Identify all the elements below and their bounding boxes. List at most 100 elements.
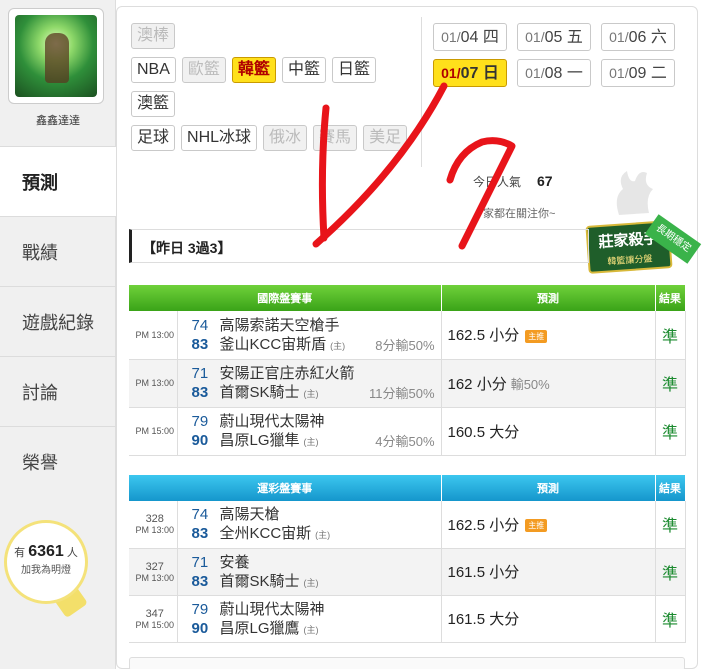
- prediction-cell: 162.5 小分 主推: [441, 311, 656, 360]
- home-marker: (主): [303, 437, 319, 447]
- sidebar-item-honor[interactable]: 榮譽: [0, 426, 116, 496]
- date-row: 01/04 四 01/05 五 01/06 六: [433, 19, 679, 55]
- home-team[interactable]: 昌原LG獵鷹: [220, 620, 300, 637]
- league-button-china-basketball[interactable]: 中籃: [281, 57, 326, 83]
- date-button-0105[interactable]: 01/05 五: [517, 23, 591, 51]
- user-name[interactable]: 鑫鑫達達: [0, 112, 116, 128]
- featured-tag: 主推: [525, 329, 548, 343]
- away-team[interactable]: 高陽天槍: [220, 506, 280, 523]
- column-header-match: 國際盤賽事: [129, 285, 442, 311]
- league-row: NBA 歐籃 韓籃 中籃 日籃: [131, 53, 421, 87]
- league-button-euro-basketball[interactable]: 歐籃: [181, 57, 226, 83]
- column-header-result: 結果: [655, 475, 686, 501]
- date-button-0109[interactable]: 01/09 二: [601, 59, 675, 87]
- league-button-soccer[interactable]: 足球: [131, 125, 176, 151]
- league-button-nba[interactable]: NBA: [131, 57, 176, 83]
- prediction-value: 162.5 小分: [447, 516, 520, 534]
- home-marker: (主): [303, 624, 319, 635]
- prediction-cell: 162.5 小分 主推: [441, 501, 656, 549]
- away-team[interactable]: 蔚山現代太陽神: [220, 601, 325, 618]
- match-code-time: 328 PM 13:00: [129, 501, 178, 549]
- match-code: 328: [145, 513, 164, 526]
- table-row[interactable]: 328 PM 13:00 74 高陽天槍 83 全州KCC宙斯 (主) 162.5 小分…: [129, 501, 686, 549]
- match-cell: 71 安養 83 首爾SK騎士 (主): [177, 548, 442, 596]
- light-bulb-widget[interactable]: 有 6361 人 加我為明燈: [4, 520, 88, 604]
- league-button-nhl[interactable]: NHL冰球: [181, 125, 258, 151]
- match-cell: 71 安陽正官庄赤紅火箭 83 首爾SK騎士 (主) 11分輸50%: [177, 359, 442, 408]
- splash-decoration-icon: [616, 171, 653, 215]
- away-team[interactable]: 安養: [220, 554, 250, 571]
- prediction-value: 162 小分: [447, 375, 507, 393]
- prediction-cell: 161.5 小分: [441, 548, 656, 596]
- away-team[interactable]: 高陽索諾天空槍手: [220, 317, 340, 334]
- sidebar-item-predict[interactable]: 預測: [0, 146, 117, 216]
- date-button-0106[interactable]: 01/06 六: [601, 23, 675, 51]
- league-button-horse-racing[interactable]: 賽馬: [313, 125, 358, 151]
- league-button-aus-baseball[interactable]: 澳棒: [131, 23, 176, 49]
- sidebar-item-discussion[interactable]: 討論: [0, 356, 116, 426]
- avatar-frame[interactable]: [8, 8, 104, 104]
- home-marker: (主): [315, 530, 331, 541]
- table-row[interactable]: PM 13:00 71 安陽正官庄赤紅火箭 83 首爾SK騎士 (主) 11分輸50%…: [129, 359, 686, 408]
- spread-result: 4分輸50%: [375, 433, 435, 449]
- league-button-korea-basketball[interactable]: 韓籃: [231, 57, 276, 83]
- prediction-cell: 161.5 大分: [441, 595, 656, 643]
- table-row[interactable]: PM 15:00 79 蔚山現代太陽神 90 昌原LG獵隼 (主) 4分輸50% 16…: [129, 407, 686, 456]
- league-row: 澳棒: [131, 19, 421, 53]
- home-team[interactable]: 首爾SK騎士: [220, 573, 300, 590]
- home-team[interactable]: 釜山KCC宙斯盾: [220, 336, 327, 353]
- away-score: 74: [191, 506, 209, 524]
- spread-result: 8分輸50%: [375, 337, 435, 353]
- popularity-value: 67: [537, 173, 553, 189]
- result-cell: 準: [655, 359, 686, 408]
- column-header-prediction: 預測: [441, 475, 656, 501]
- league-button-aus-basketball[interactable]: 澳籃: [131, 91, 176, 117]
- match-time: PM 13:00: [129, 359, 178, 408]
- league-button-russia-hockey[interactable]: 俄冰: [263, 125, 308, 151]
- league-button-american-football[interactable]: 美足: [363, 125, 408, 151]
- home-team[interactable]: 全州KCC宙斯: [220, 525, 312, 542]
- column-header-result: 結果: [655, 285, 686, 311]
- result-cell: 準: [655, 311, 686, 360]
- match-cell: 79 蔚山現代太陽神 90 昌原LG獵隼 (主) 4分輸50%: [177, 407, 442, 456]
- table-row[interactable]: PM 13:00 74 高陽索諾天空槍手 83 釜山KCC宙斯盾 (主) 8分輸50%…: [129, 311, 686, 360]
- following-text: 家都在關注你~: [483, 208, 556, 220]
- bottom-panel-edge: [129, 657, 685, 669]
- result-cell: 準: [655, 501, 686, 549]
- away-team[interactable]: 蔚山現代太陽神: [220, 413, 325, 430]
- divider: [421, 17, 422, 167]
- prediction-value: 161.5 小分: [447, 564, 520, 581]
- sports-lottery-table: 運彩盤賽事 預測 結果 328 PM 13:00 74 高陽天槍 83 全州KCC宙斯…: [129, 475, 686, 643]
- away-score: 79: [191, 600, 209, 618]
- date-button-0108[interactable]: 01/08 一: [517, 59, 591, 87]
- away-team[interactable]: 安陽正官庄赤紅火箭: [220, 365, 355, 382]
- prediction-cell: 160.5 大分: [441, 407, 656, 456]
- table-row[interactable]: 347 PM 15:00 79 蔚山現代太陽神 90 昌原LG獵鷹 (主) 161.5 …: [129, 595, 686, 643]
- international-market-table: 國際盤賽事 預測 結果 PM 13:00 74 高陽索諾天空槍手 83 釜山KCC宙…: [129, 285, 686, 456]
- date-button-0104[interactable]: 01/04 四: [433, 23, 507, 51]
- table-header-row: 運彩盤賽事 預測 結果: [129, 475, 686, 501]
- home-marker: (主): [303, 389, 319, 399]
- bulb-subtitle: 加我為明燈: [21, 565, 71, 576]
- prediction-value: 160.5 大分: [447, 423, 520, 441]
- prediction-value: 162.5 小分: [447, 327, 520, 345]
- sidebar-item-record[interactable]: 戰績: [0, 216, 116, 286]
- match-time: PM 13:00: [129, 311, 178, 360]
- yesterday-record: 【昨日 3過3】: [129, 229, 589, 263]
- date-selector: 01/04 四 01/05 五 01/06 六 01/07 日 01/08 一 …: [433, 19, 679, 91]
- sidebar-item-game-log[interactable]: 遊戲紀錄: [0, 286, 116, 356]
- bulb-suffix: 人: [66, 547, 78, 559]
- table-row[interactable]: 327 PM 13:00 71 安養 83 首爾SK騎士 (主) 161.5 小分 準: [129, 548, 686, 596]
- date-button-0107[interactable]: 01/07 日: [433, 59, 507, 87]
- home-team[interactable]: 首爾SK騎士: [220, 384, 300, 401]
- match-cell: 74 高陽索諾天空槍手 83 釜山KCC宙斯盾 (主) 8分輸50%: [177, 311, 442, 360]
- home-team[interactable]: 昌原LG獵隼: [220, 432, 300, 449]
- match-code-time: 327 PM 13:00: [129, 548, 178, 596]
- match-code: 347: [145, 607, 164, 620]
- match-time: PM 15:00: [129, 407, 178, 456]
- away-score: 71: [191, 365, 209, 382]
- prediction-value: 161.5 大分: [447, 611, 520, 628]
- away-score: 79: [191, 413, 209, 430]
- league-button-japan-basketball[interactable]: 日籃: [331, 57, 376, 83]
- popularity: 今日人氣 67: [473, 173, 553, 190]
